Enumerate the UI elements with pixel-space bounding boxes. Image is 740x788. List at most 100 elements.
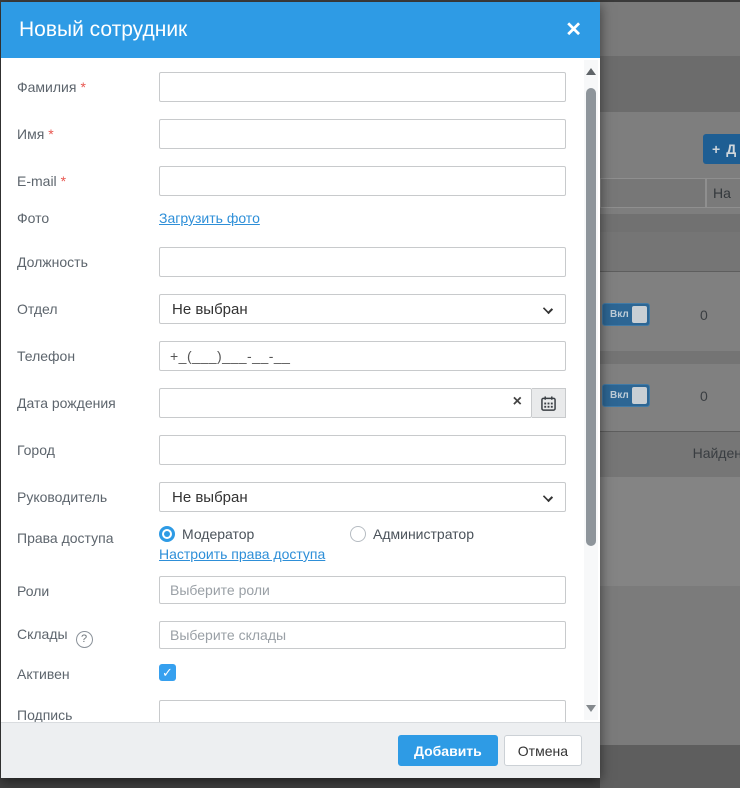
field-row-department: Отдел Не выбран — [1, 294, 600, 324]
field-row-last-name: Фамилия * — [1, 72, 600, 102]
last-name-input[interactable] — [159, 72, 566, 102]
toggle-knob — [632, 387, 647, 404]
search-input-dimmed[interactable] — [600, 178, 706, 208]
radio-administrator[interactable] — [350, 526, 366, 542]
phone-label: Телефон — [17, 348, 76, 364]
manager-select[interactable]: Не выбран — [159, 482, 566, 512]
chevron-down-icon — [542, 303, 554, 315]
birth-date-label: Дата рождения — [17, 395, 116, 411]
last-name-label: Фамилия * — [17, 79, 86, 95]
plus-icon: + — [712, 141, 721, 157]
chevron-down-icon — [542, 491, 554, 503]
backdrop-band — [600, 2, 740, 56]
backdrop-band — [600, 745, 740, 788]
modal-body: Фамилия * Имя * E-mail * Фото Загрузить фот… — [1, 58, 600, 722]
found-count-label: Найден — [692, 445, 740, 461]
department-label: Отдел — [17, 301, 58, 317]
table-row: Вкл 0 — [600, 272, 740, 351]
field-row-position: Должность — [1, 247, 600, 277]
active-toggle[interactable]: Вкл — [602, 384, 650, 407]
add-button-label: Д — [726, 141, 737, 157]
table-header-row: Активен Сортир — [600, 232, 740, 493]
field-row-roles: Роли — [1, 576, 600, 604]
table-row: Вкл 0 — [600, 364, 740, 431]
help-icon[interactable]: ? — [75, 630, 93, 648]
calendar-icon — [541, 395, 556, 411]
configure-access-link[interactable]: Настроить права доступа — [159, 546, 325, 562]
city-input[interactable] — [159, 435, 566, 465]
backdrop-separator-band — [600, 214, 740, 232]
city-label: Город — [17, 442, 55, 458]
roles-label: Роли — [17, 583, 50, 599]
field-row-photo: Фото Загрузить фото — [1, 208, 600, 230]
toggle-label: Вкл — [610, 309, 629, 320]
add-button[interactable]: Добавить — [397, 735, 498, 766]
access-rights-label: Права доступа — [17, 530, 114, 546]
position-label: Должность — [17, 254, 88, 270]
backdrop-band — [600, 586, 740, 745]
filter-cell-label: На — [713, 185, 731, 201]
scrollbar-thumb[interactable] — [586, 88, 596, 546]
required-mark: * — [60, 173, 67, 189]
birth-date-input[interactable] — [159, 388, 532, 418]
required-mark: * — [80, 79, 86, 95]
toggle-label: Вкл — [610, 390, 629, 401]
photo-label: Фото — [17, 210, 50, 226]
radio-moderator[interactable] — [159, 526, 175, 542]
field-row-access-rights: Права доступа Модератор Администратор На… — [1, 525, 600, 565]
field-row-first-name: Имя * — [1, 119, 600, 149]
field-row-city: Город — [1, 435, 600, 465]
new-employee-modal: Новый сотрудник ✕ Фамилия * Имя * E-mail * … — [1, 2, 600, 778]
scroll-down-icon[interactable] — [586, 705, 596, 712]
phone-input[interactable] — [159, 341, 566, 371]
signature-label: Подпись — [17, 707, 73, 722]
first-name-input[interactable] — [159, 119, 566, 149]
upload-photo-link[interactable]: Загрузить фото — [159, 210, 260, 226]
scroll-up-icon[interactable] — [586, 68, 596, 75]
manager-selected-value: Не выбран — [172, 488, 248, 506]
field-row-signature: Подпись — [1, 700, 600, 722]
department-select[interactable]: Не выбран — [159, 294, 566, 324]
active-toggle[interactable]: Вкл — [602, 303, 650, 326]
field-row-email: E-mail * — [1, 166, 600, 196]
backdrop-page-header-band — [600, 56, 740, 112]
toggle-knob — [632, 306, 647, 323]
backdrop-band — [600, 477, 740, 586]
manager-label: Руководитель — [17, 489, 108, 505]
modal-title: Новый сотрудник — [19, 18, 188, 41]
cancel-button[interactable]: Отмена — [503, 735, 582, 766]
field-row-warehouses: Склады? — [1, 621, 600, 649]
radio-moderator-label[interactable]: Модератор — [182, 526, 254, 542]
active-checkbox[interactable]: ✓ — [159, 664, 176, 681]
position-input[interactable] — [159, 247, 566, 277]
email-label: E-mail * — [17, 173, 67, 189]
modal-scrollbar[interactable] — [584, 60, 598, 720]
field-row-active: Активен ✓ — [1, 664, 600, 684]
modal-footer: Добавить Отмена — [1, 722, 600, 778]
sort-value: 0 — [700, 307, 708, 323]
table-footer-row: Найден — [600, 431, 740, 477]
sort-value: 0 — [700, 388, 708, 404]
required-mark: * — [48, 126, 54, 142]
calendar-button[interactable] — [532, 388, 566, 418]
filter-cell-dimmed[interactable]: На — [706, 178, 740, 208]
add-employee-button-dimmed[interactable]: + Д — [703, 134, 740, 164]
first-name-label: Имя * — [17, 126, 54, 142]
department-selected-value: Не выбран — [172, 300, 248, 318]
radio-administrator-label[interactable]: Администратор — [373, 526, 474, 542]
active-label: Активен — [17, 666, 70, 682]
row-divider — [600, 351, 740, 364]
check-icon: ✓ — [162, 664, 173, 680]
email-input[interactable] — [159, 166, 566, 196]
warehouses-input[interactable] — [159, 621, 566, 649]
roles-input[interactable] — [159, 576, 566, 604]
close-icon[interactable]: ✕ — [565, 20, 582, 40]
clear-icon[interactable]: × — [513, 394, 522, 410]
signature-input[interactable] — [159, 700, 566, 722]
field-row-phone: Телефон — [1, 341, 600, 371]
page-backdrop: + Д На Активен Сортир Вкл 0 Вкл 0 Найден — [600, 0, 740, 788]
warehouses-label: Склады? — [17, 626, 93, 648]
field-row-manager: Руководитель Не выбран — [1, 482, 600, 512]
field-row-birth-date: Дата рождения × — [1, 388, 600, 418]
modal-header: Новый сотрудник ✕ — [1, 2, 600, 58]
